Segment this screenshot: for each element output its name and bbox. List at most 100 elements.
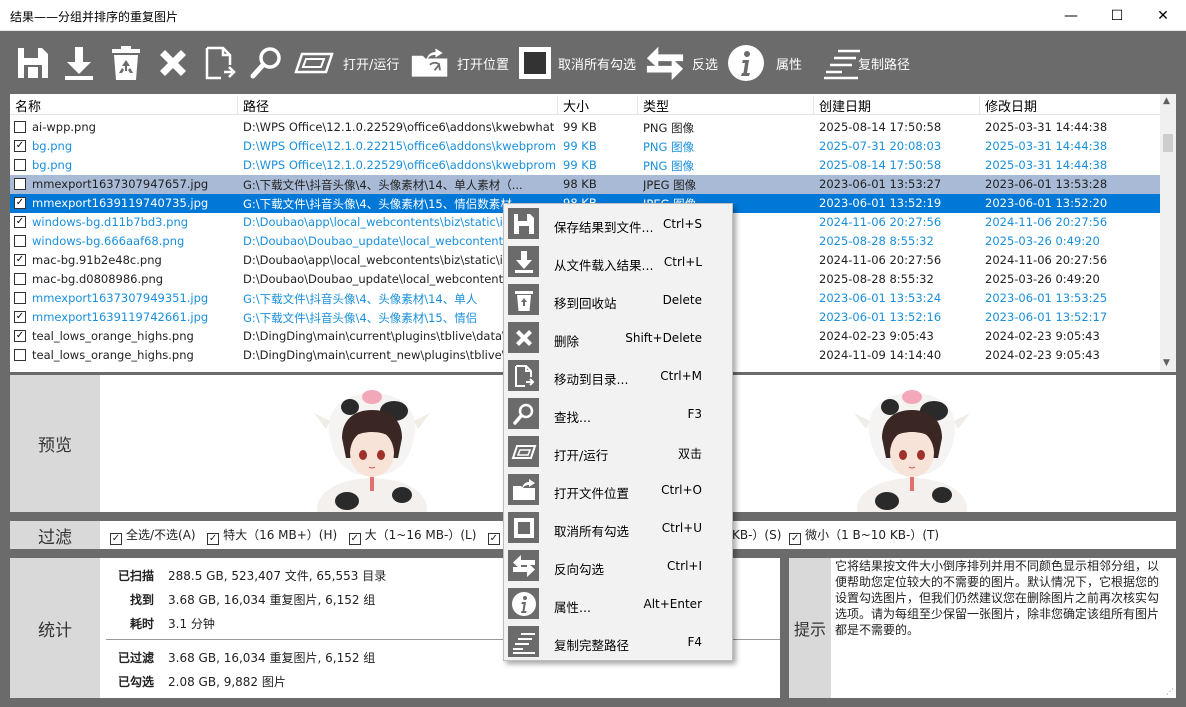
info-icon[interactable]: [726, 43, 766, 83]
table-row[interactable]: mmexport1637307947657.jpg G:\下载文件\抖音头像\4、…: [10, 175, 1160, 194]
column-modified[interactable]: 修改日期: [980, 96, 1160, 115]
column-name[interactable]: 名称: [10, 96, 238, 115]
title-bar: 结果——分组并排序的重复图片 — ☐ ✕: [0, 0, 1186, 31]
menu-item-move-file[interactable]: 移动到目录... Ctrl+M: [504, 357, 732, 395]
cell-created: 2023-06-01 13:52:16: [819, 310, 942, 324]
toolbar-invert-label[interactable]: 反选: [692, 54, 718, 73]
menu-item-info[interactable]: 属性... Alt+Enter: [504, 585, 732, 623]
filter-huge[interactable]: ✓ 特大（16 MB+）(H): [207, 528, 337, 545]
toolbar-open-location-label[interactable]: 打开位置: [457, 54, 509, 73]
invert-icon[interactable]: [645, 43, 685, 83]
row-checkbox[interactable]: ✓: [14, 216, 26, 228]
checkbox[interactable]: ✓: [207, 533, 220, 545]
move-file-icon[interactable]: [200, 43, 240, 83]
menu-item-copy-path[interactable]: 复制完整路径 F4: [504, 623, 732, 661]
table-row[interactable]: bg.png D:\WPS Office\12.1.0.22529\office6…: [10, 156, 1160, 175]
cell-name: teal_lows_orange_highs.png: [32, 348, 194, 362]
cell-modified: 2025-03-31 14:44:38: [985, 139, 1108, 153]
menu-item-download[interactable]: 从文件载入结果... Ctrl+L: [504, 243, 732, 281]
checkbox[interactable]: ✓: [348, 533, 361, 545]
cell-name: ai-wpp.png: [32, 120, 96, 134]
menu-item-label: 移动到目录...: [554, 372, 629, 387]
filter-select-all[interactable]: ✓ 全选/不选(A): [110, 528, 196, 545]
scroll-up-icon[interactable]: ▲: [1163, 96, 1170, 106]
menu-item-open-run[interactable]: 打开/运行 双击: [504, 433, 732, 471]
stat-time: 耗时 3.1 分钟: [129, 617, 215, 631]
column-type[interactable]: 类型: [638, 96, 814, 115]
filter-medium[interactable]: ✓: [487, 528, 504, 545]
toolbar-open-run-label[interactable]: 打开/运行: [343, 54, 399, 73]
menu-item-delete-x[interactable]: 删除 Shift+Delete: [504, 319, 732, 357]
row-checkbox[interactable]: [14, 121, 26, 133]
row-checkbox[interactable]: [14, 235, 26, 247]
cell-created: 2025-07-31 20:08:03: [819, 139, 942, 153]
row-checkbox[interactable]: ✓: [14, 311, 26, 323]
menu-item-label: 查找...: [554, 410, 591, 425]
checkbox[interactable]: ✓: [789, 533, 802, 545]
table-row[interactable]: ✓ bg.png D:\WPS Office\12.1.0.22215\office…: [10, 137, 1160, 156]
open-location-icon[interactable]: [410, 43, 450, 83]
menu-item-shortcut: Alt+Enter: [643, 597, 702, 611]
search-icon: [508, 398, 539, 429]
filter-small[interactable]: KB-）(S) ✓ 微小（1 B~10 KB-）(T): [732, 526, 939, 545]
menu-item-invert[interactable]: 反向勾选 Ctrl+I: [504, 547, 732, 585]
toolbar-copy-path-label[interactable]: 复制路径: [858, 54, 910, 73]
cell-created: 2024-02-23 9:05:43: [819, 329, 934, 343]
open-run-icon[interactable]: [294, 43, 334, 83]
row-checkbox[interactable]: ✓: [14, 197, 26, 209]
row-checkbox[interactable]: [14, 273, 26, 285]
row-checkbox[interactable]: [14, 178, 26, 190]
save-icon[interactable]: [13, 43, 53, 83]
menu-item-label: 取消所有勾选: [554, 524, 630, 539]
filter-large[interactable]: ✓ 大（1~16 MB-）(L): [348, 528, 476, 545]
delete-x-icon[interactable]: [153, 43, 193, 83]
cell-created: 2023-06-01 13:53:24: [819, 291, 942, 305]
row-checkbox[interactable]: [14, 292, 26, 304]
checkbox[interactable]: ✓: [110, 533, 122, 545]
maximize-button[interactable]: ☐: [1094, 0, 1140, 31]
preview-image-right: [842, 383, 982, 538]
cell-name: mac-bg.91b2e48c.png: [32, 253, 162, 267]
cell-modified: 2024-11-06 20:27:56: [985, 253, 1108, 267]
row-checkbox[interactable]: [14, 349, 26, 361]
cell-type: PNG 图像: [643, 121, 695, 135]
menu-item-recycle-bin[interactable]: 移到回收站 Delete: [504, 281, 732, 319]
menu-item-open-location[interactable]: 打开文件位置 Ctrl+O: [504, 471, 732, 509]
search-icon[interactable]: [247, 43, 287, 83]
minimize-button[interactable]: —: [1048, 0, 1094, 31]
uncheck-all-icon[interactable]: [515, 43, 555, 83]
cell-modified: 2025-03-31 14:44:38: [985, 120, 1108, 134]
toolbar-uncheck-all-label[interactable]: 取消所有勾选: [558, 54, 636, 73]
resize-grip-icon[interactable]: ⋰: [1166, 687, 1174, 696]
column-path[interactable]: 路径: [238, 96, 558, 115]
cell-type: PNG 图像: [643, 159, 695, 173]
column-created[interactable]: 创建日期: [814, 96, 980, 115]
menu-item-search[interactable]: 查找... F3: [504, 395, 732, 433]
cell-created: 2025-08-14 17:50:58: [819, 120, 942, 134]
scroll-down-icon[interactable]: ▼: [1163, 358, 1170, 368]
row-checkbox[interactable]: ✓: [14, 330, 26, 342]
preview-label: 预览: [10, 375, 100, 512]
recycle-bin-icon[interactable]: [106, 43, 146, 83]
checkbox[interactable]: ✓: [487, 533, 500, 545]
close-button[interactable]: ✕: [1140, 0, 1186, 31]
recycle-bin-icon: [508, 284, 539, 315]
row-checkbox[interactable]: ✓: [14, 254, 26, 266]
download-icon[interactable]: [59, 43, 99, 83]
list-scrollbar[interactable]: ▲ ▼: [1160, 94, 1176, 372]
cell-name: bg.png: [32, 139, 73, 153]
menu-item-label: 删除: [554, 334, 580, 349]
row-checkbox[interactable]: [14, 159, 26, 171]
row-checkbox[interactable]: ✓: [14, 140, 26, 152]
column-size[interactable]: 大小: [558, 96, 638, 115]
toolbar-properties-label[interactable]: 属性: [776, 54, 802, 73]
copy-path-icon[interactable]: [822, 43, 862, 83]
cell-name: bg.png: [32, 158, 73, 172]
table-row[interactable]: ai-wpp.png D:\WPS Office\12.1.0.22529\off…: [10, 118, 1160, 137]
delete-x-icon: [508, 322, 539, 353]
menu-item-label: 从文件载入结果...: [554, 258, 654, 273]
menu-item-save[interactable]: 保存结果到文件... Ctrl+S: [504, 205, 732, 243]
menu-item-uncheck-all[interactable]: 取消所有勾选 Ctrl+U: [504, 509, 732, 547]
cell-created: 2025-08-28 8:55:32: [819, 234, 934, 248]
scroll-thumb[interactable]: [1163, 134, 1173, 152]
